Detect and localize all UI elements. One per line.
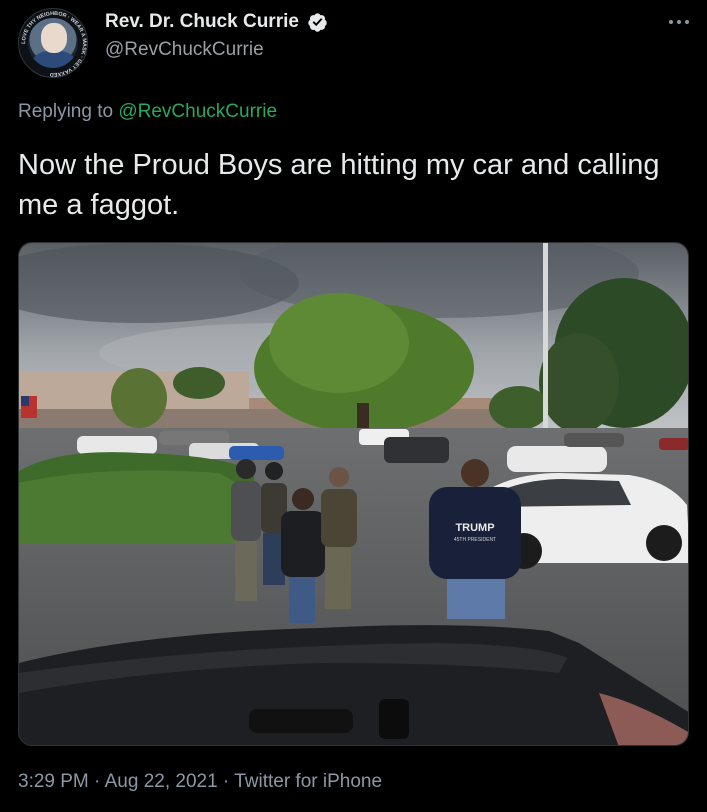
shirt-subtext: 45TH PRESIDENT	[454, 537, 496, 543]
replying-to-prefix: Replying to	[18, 101, 114, 122]
shirt-text: TRUMP	[455, 522, 494, 534]
avatar-ring-text: LOVE THY NEIGHBOR · WEAR A MASK · GET VA…	[21, 11, 87, 77]
tweet-source[interactable]: Twitter for iPhone	[234, 771, 382, 792]
parked-car	[659, 438, 688, 450]
parked-car	[159, 431, 229, 445]
author-handle[interactable]: @RevChuckCurrie	[105, 39, 328, 61]
avatar-ring-textpath: LOVE THY NEIGHBOR · WEAR A MASK · GET VA…	[21, 11, 87, 77]
meta-separator: ·	[217, 771, 235, 792]
more-horizontal-icon[interactable]	[668, 18, 690, 26]
tweet-text: Now the Proud Boys are hitting my car an…	[18, 149, 660, 221]
replying-to-line: Replying to @RevChuckCurrie	[18, 101, 277, 123]
tweet-date[interactable]: Aug 22, 2021	[105, 771, 218, 792]
rearview-mirror	[249, 709, 353, 733]
parked-car	[229, 446, 284, 460]
flag-canton	[21, 396, 29, 406]
big-tree	[269, 293, 409, 393]
tweet-meta: 3:29 PM · Aug 22, 2021 · Twitter for iPh…	[18, 771, 382, 793]
tweet-header: LOVE THY NEIGHBOR · WEAR A MASK · GET VA…	[18, 6, 690, 82]
tweet-time[interactable]: 3:29 PM	[18, 771, 89, 792]
verified-badge-icon	[308, 12, 328, 32]
author-display-name[interactable]: Rev. Dr. Chuck Currie	[105, 11, 299, 33]
parked-car	[77, 436, 157, 454]
author-info: Rev. Dr. Chuck Currie @RevChuckCurrie	[105, 11, 328, 61]
pine-tree	[539, 333, 619, 433]
parking-lot-photo: TRUMP 45TH PRESIDENT	[19, 243, 688, 745]
phone-mount	[379, 699, 409, 739]
hedge	[19, 470, 254, 543]
parked-car	[507, 446, 607, 472]
svg-text:LOVE THY NEIGHBOR · WEAR A MAS: LOVE THY NEIGHBOR · WEAR A MASK · GET VA…	[21, 11, 87, 77]
meta-separator: ·	[88, 771, 105, 792]
small-tree	[489, 386, 549, 430]
tweet-photo[interactable]: TRUMP 45TH PRESIDENT	[18, 242, 689, 746]
small-tree	[111, 368, 167, 428]
small-tree	[173, 367, 225, 399]
parked-suv	[384, 437, 449, 463]
author-avatar[interactable]: LOVE THY NEIGHBOR · WEAR A MASK · GET VA…	[18, 8, 88, 78]
replying-to-link[interactable]: @RevChuckCurrie	[118, 101, 277, 122]
parked-car	[564, 433, 624, 447]
sedan-wheel	[646, 525, 682, 561]
